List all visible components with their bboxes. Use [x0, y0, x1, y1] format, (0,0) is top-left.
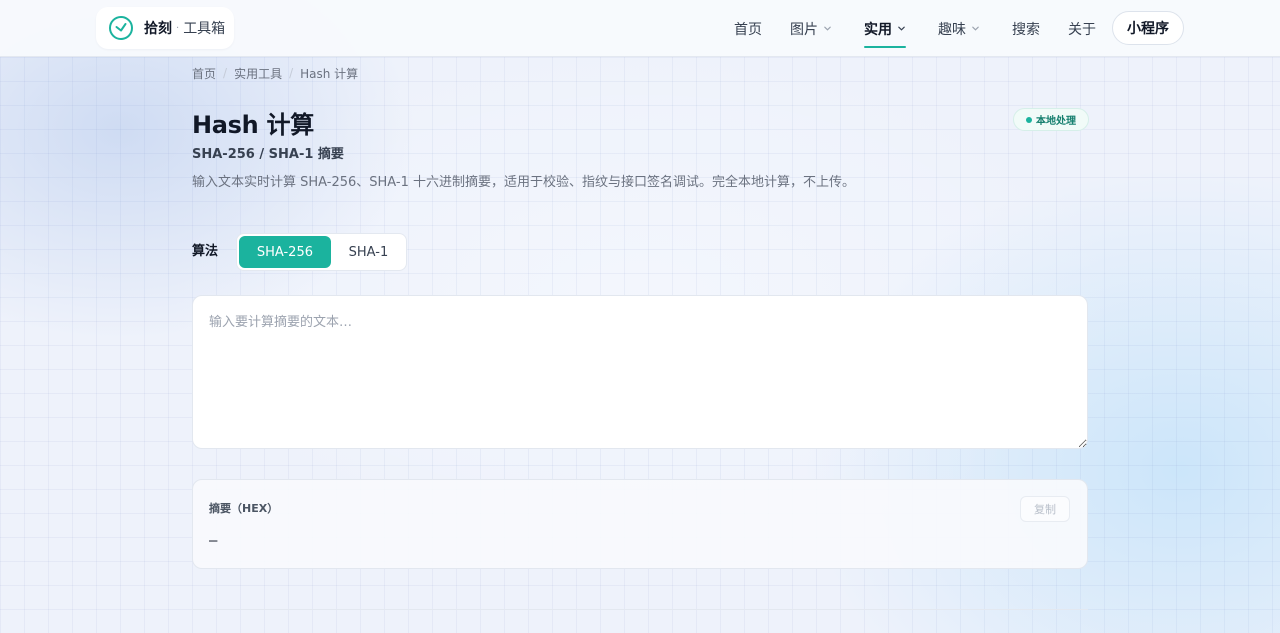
nav-item-home[interactable]: 首页 [734, 0, 762, 57]
copy-button[interactable]: 复制 [1020, 496, 1070, 522]
digest-value: — [209, 533, 218, 549]
page-subtitle: SHA-256 / SHA-1 摘要 [192, 147, 344, 162]
logo-name: 拾刻 [144, 21, 172, 37]
page-title: Hash 计算 [192, 111, 314, 139]
local-processing-badge: 本地处理 [1013, 108, 1089, 131]
chevron-down-icon [972, 26, 979, 31]
nav-item-images[interactable]: 图片 [790, 0, 832, 57]
site-logo[interactable]: 拾刻 · 工具箱 [96, 7, 234, 49]
nav-item-search[interactable]: 搜索 [1012, 0, 1040, 57]
nav-item-about[interactable]: 关于 [1068, 0, 1096, 57]
top-header: 拾刻 · 工具箱 首页 图片 实用 趣味 搜索 关于 小程序 [0, 0, 1280, 57]
footer-divider [192, 609, 1088, 610]
nav-label: 图片 [790, 21, 818, 38]
nav-item-fun[interactable]: 趣味 [938, 0, 980, 57]
logo-separator: · [176, 22, 180, 34]
nav-label: 实用 [864, 21, 892, 38]
logo-subtitle: 工具箱 [183, 21, 226, 37]
digest-label: 摘要（HEX） [209, 502, 279, 515]
algorithm-option-sha1[interactable]: SHA-1 [333, 236, 404, 268]
chevron-down-icon [824, 26, 831, 31]
nav-label: 趣味 [938, 21, 966, 38]
text-input[interactable] [192, 295, 1088, 449]
clock-icon [109, 16, 133, 40]
breadcrumb: 首页 / 实用工具 / Hash 计算 [192, 64, 358, 82]
nav-label: 搜索 [1012, 21, 1040, 38]
chevron-down-icon [898, 26, 905, 31]
breadcrumb-home[interactable]: 首页 [192, 65, 216, 82]
digest-output-panel: 摘要（HEX） 复制 — [192, 479, 1088, 569]
breadcrumb-utilities[interactable]: 实用工具 [234, 65, 282, 82]
nav-label: 关于 [1068, 21, 1096, 38]
algorithm-selector: SHA-256 SHA-1 [236, 233, 407, 271]
algorithm-label: 算法 [192, 244, 219, 259]
page-description: 输入文本实时计算 SHA-256、SHA-1 十六进制摘要，适用于校验、指纹与接… [192, 175, 856, 190]
status-dot-icon [1026, 116, 1032, 123]
algorithm-option-sha256[interactable]: SHA-256 [239, 236, 331, 268]
breadcrumb-separator: / [289, 66, 294, 80]
mini-program-button[interactable]: 小程序 [1112, 11, 1184, 45]
breadcrumb-separator: / [223, 66, 228, 80]
badge-label: 本地处理 [1036, 116, 1076, 127]
nav-item-utilities[interactable]: 实用 [864, 0, 906, 57]
breadcrumb-current: Hash 计算 [300, 66, 359, 81]
nav-label: 首页 [734, 21, 762, 38]
